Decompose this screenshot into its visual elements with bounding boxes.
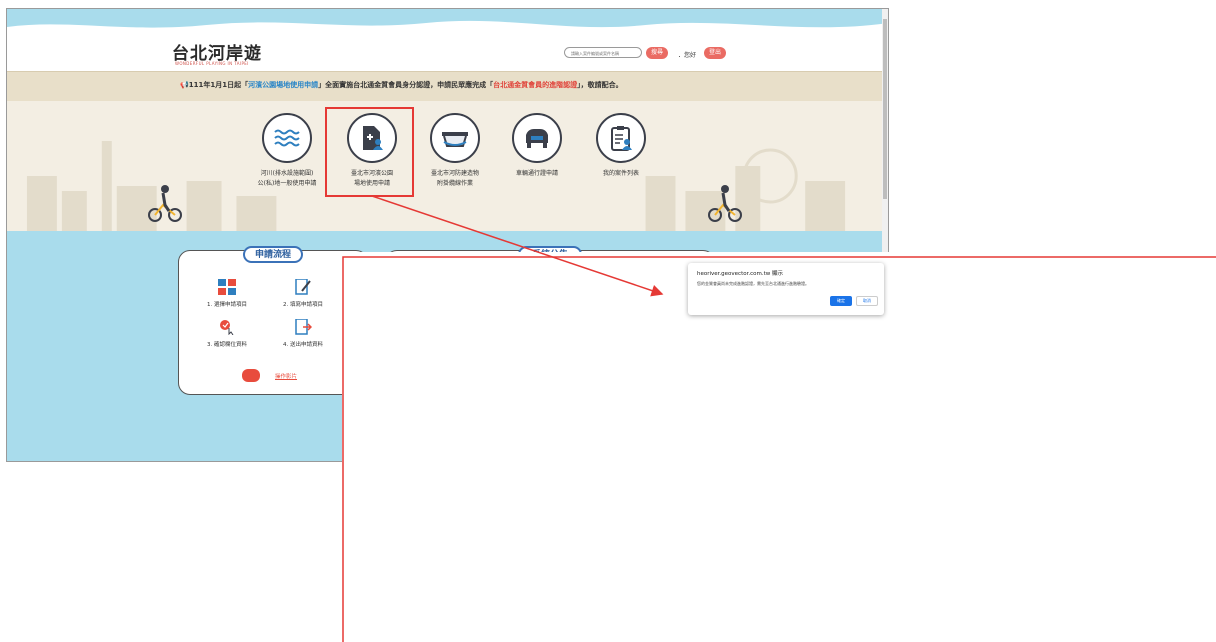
step-fill-form: 2. 填寫申請項目 (271, 278, 335, 308)
scrollbar-thumb[interactable] (883, 19, 887, 199)
step-confirm-fields: 3. 確認欄位資料 (195, 319, 259, 348)
step-label: 3. 確認欄位資料 (207, 342, 247, 348)
check-pointer-icon (218, 319, 236, 336)
site-logo-tagline: WONDERFUL PLAYING IN TAIPEI (175, 61, 249, 66)
service-vehicle-pass[interactable]: 車輛通行證申請 (497, 113, 577, 179)
step-label: 2. 填寫申請項目 (283, 302, 323, 308)
service-label: 臺北市河濱公園 (350, 170, 393, 177)
dialog-message: 您的金質會員尚未完成進階認證，需先至台北通進行進階驗證。 (697, 281, 809, 286)
announcement-link-taipeipass[interactable]: 台北通金質會員的進階認證 (493, 81, 577, 89)
service-label: 公(私)地一般使用申請 (257, 180, 317, 187)
service-flood-structure-cable[interactable]: 臺北市河防建造物 附掛纜線作業 (415, 113, 495, 189)
service-label: 場地使用申請 (353, 180, 390, 187)
dialog-cancel-button[interactable]: 取消 (856, 296, 878, 306)
announcement-text: 📢111年1月1日起「河濱公園場地使用申請」全面實施台北通金質會員身分認證，申請… (180, 80, 623, 90)
service-my-cases[interactable]: 我的案件列表 (581, 113, 661, 179)
car-icon (512, 113, 562, 163)
service-label: 河川(排水設施範圍) (260, 170, 314, 177)
logout-button[interactable]: 登出 (704, 47, 726, 59)
service-river-general-use[interactable]: 河川(排水設施範圍) 公(私)地一般使用申請 (247, 113, 327, 189)
cyclist-illustration-right (708, 185, 742, 222)
search-button[interactable]: 搜尋 (646, 47, 668, 59)
announcement-link-park[interactable]: 河濱公園場地使用申請 (248, 81, 318, 89)
dialog-title: heoriver.geovector.com.tw 顯示 (697, 271, 783, 277)
service-label: 我的案件列表 (602, 170, 639, 177)
search-input[interactable]: 請輸入案件編號或案件名稱 (564, 47, 642, 58)
step-select-item: 1. 選擇申請項目 (195, 279, 259, 308)
service-label: 臺北市河防建造物 (430, 170, 479, 177)
step-label: 1. 選擇申請項目 (207, 302, 247, 308)
step-submit: 4. 送出申請資料 (271, 318, 335, 348)
process-title: 申請流程 (243, 246, 303, 263)
service-label: 車輛通行證申請 (515, 170, 558, 177)
youtube-play-icon[interactable] (242, 369, 260, 382)
dialog-ok-button[interactable]: 確定 (830, 296, 852, 306)
alert-dialog: heoriver.geovector.com.tw 顯示 您的金質會員尚未完成進… (688, 263, 884, 315)
greeting-text: ．您好 (678, 52, 697, 59)
step-label: 4. 送出申請資料 (283, 342, 323, 348)
pencil-document-icon (294, 278, 312, 295)
document-arrow-icon (294, 318, 313, 335)
service-label: 附掛纜線作業 (436, 180, 473, 187)
service-riverside-park-venue[interactable]: 臺北市河濱公園 場地使用申請 (332, 113, 412, 189)
tutorial-video-link[interactable]: 操作影片 (275, 372, 297, 380)
announcement-suffix: 」，敬請配合。 (577, 81, 623, 89)
cyclist-illustration-left (148, 185, 182, 222)
header-wave (7, 9, 888, 28)
clipboard-checklist-icon (596, 113, 646, 163)
grid-blocks-icon (218, 279, 236, 295)
announcement-middle: 」全面實施台北通金質會員身分認證，申請民眾應完成「 (318, 81, 494, 89)
announcement-bar: 📢111年1月1日起「河濱公園場地使用申請」全面實施台北通金質會員身分認證，申請… (7, 71, 888, 102)
site-header: 台北河岸遊 WONDERFUL PLAYING IN TAIPEI 請輸入案件編… (7, 9, 888, 71)
document-plus-person-icon (347, 113, 397, 163)
bridge-tray-icon (430, 113, 480, 163)
water-waves-icon (262, 113, 312, 163)
process-card: 1. 選擇申請項目 2. 填寫申請項目 3. 確認欄位資料 4. 送出申請資料 … (178, 250, 368, 395)
announcement-prefix: 📢111年1月1日起「 (180, 81, 249, 89)
